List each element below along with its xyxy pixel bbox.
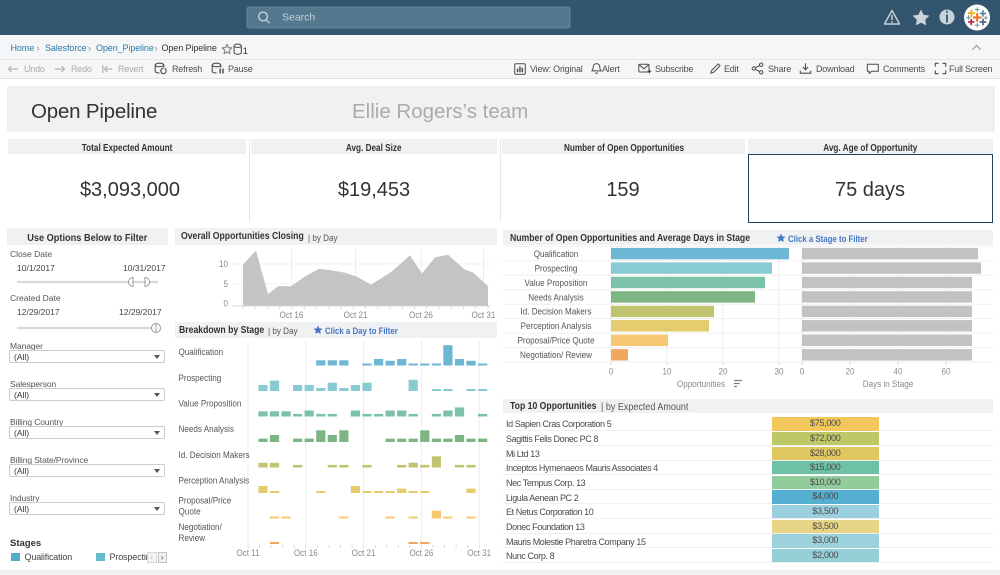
svg-text:Quote: Quote — [179, 507, 201, 517]
svg-text:Oct 31: Oct 31 — [472, 310, 496, 320]
svg-text:40: 40 — [894, 367, 903, 377]
svg-text:Prospecting: Prospecting — [179, 373, 222, 383]
svg-text:0: 0 — [800, 367, 805, 377]
svg-text:Prospecting: Prospecting — [535, 263, 578, 273]
svg-text:30: 30 — [775, 367, 784, 377]
svg-text:Oct 26: Oct 26 — [409, 310, 433, 320]
svg-text:Negotiation/: Negotiation/ — [179, 522, 223, 532]
svg-text:20: 20 — [846, 367, 855, 377]
svg-text:Id. Decision Makers: Id. Decision Makers — [179, 450, 251, 460]
svg-text:5: 5 — [224, 279, 229, 289]
svg-text:Qualification: Qualification — [534, 249, 579, 259]
svg-text:Value Proposition: Value Proposition — [179, 399, 242, 409]
svg-text:Qualification: Qualification — [179, 347, 224, 357]
svg-text:Oct 21: Oct 21 — [352, 548, 376, 558]
svg-text:Review: Review — [179, 533, 206, 543]
svg-text:Needs Analysis: Needs Analysis — [179, 424, 235, 434]
svg-text:20: 20 — [719, 367, 728, 377]
svg-text:Oct 21: Oct 21 — [344, 310, 368, 320]
svg-text:Negotiation/ Review: Negotiation/ Review — [520, 350, 592, 360]
svg-text:Oct 16: Oct 16 — [280, 310, 304, 320]
svg-text:Perception Analysis: Perception Analysis — [179, 476, 250, 486]
svg-text:0: 0 — [224, 299, 229, 309]
svg-text:Id. Decision Makers: Id. Decision Makers — [520, 307, 592, 317]
svg-text:Perception Analysis: Perception Analysis — [521, 321, 592, 331]
svg-text:Oct 31: Oct 31 — [467, 548, 491, 558]
svg-text:Proposal/Price: Proposal/Price — [179, 496, 232, 506]
svg-text:Proposal/Price Quote: Proposal/Price Quote — [518, 336, 595, 346]
svg-text:Value Proposition: Value Proposition — [525, 278, 588, 288]
svg-text:Oct 26: Oct 26 — [409, 548, 433, 558]
svg-text:0: 0 — [609, 367, 614, 377]
svg-text:60: 60 — [942, 367, 951, 377]
svg-text:10: 10 — [663, 367, 672, 377]
svg-text:10: 10 — [219, 259, 228, 269]
svg-text:Oct 11: Oct 11 — [236, 548, 259, 558]
svg-text:Opportunities: Opportunities — [677, 379, 726, 389]
svg-text:Oct 16: Oct 16 — [294, 548, 318, 558]
svg-text:Needs Analysis: Needs Analysis — [528, 292, 584, 302]
svg-text:Days in Stage: Days in Stage — [863, 379, 913, 389]
